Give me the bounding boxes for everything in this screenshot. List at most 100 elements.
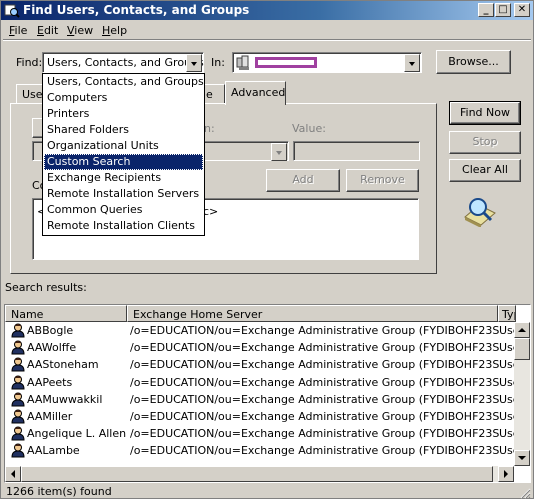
condition-combobox[interactable] (201, 141, 289, 161)
menu-view[interactable]: View (67, 24, 93, 37)
row-type: Use (499, 410, 515, 423)
table-row[interactable]: AAPeets/o=EDUCATION/ou=Exchange Administ… (5, 374, 515, 391)
table-row[interactable]: AAWolffe/o=EDUCATION/ou=Exchange Adminis… (5, 339, 515, 356)
tab-users[interactable]: Use (16, 84, 44, 104)
user-icon (11, 323, 25, 338)
resize-grip-icon[interactable] (519, 487, 531, 499)
close-button[interactable]: ✕ (514, 3, 530, 17)
find-label: Find: (16, 56, 43, 69)
clear-all-button[interactable]: Clear All (449, 159, 521, 182)
remove-button[interactable]: Remove (346, 169, 419, 192)
redacted-domain-name (255, 57, 317, 68)
table-row[interactable]: ABBogle/o=EDUCATION/ou=Exchange Administ… (5, 322, 515, 339)
value-label: Value: (292, 122, 326, 135)
value-input[interactable] (293, 141, 420, 161)
domain-icon (236, 55, 249, 70)
user-icon (11, 443, 25, 458)
row-name: AAMuwwakkil (27, 392, 103, 406)
option-remote-installation-clients[interactable]: Remote Installation Clients (43, 218, 204, 234)
find-type-dropdown-list: Users, Contacts, and Groups Computers Pr… (42, 73, 205, 236)
user-icon (11, 357, 25, 372)
condition-dropdown-arrow-icon[interactable] (271, 143, 287, 161)
option-common-queries[interactable]: Common Queries (43, 202, 204, 218)
row-type: Use (499, 444, 515, 458)
menu-edit[interactable]: Edit (37, 24, 58, 37)
row-name: AAPeets (27, 375, 73, 389)
user-icon (11, 392, 25, 407)
row-name: AAMiller (27, 410, 73, 423)
option-computers[interactable]: Computers (43, 90, 204, 106)
find-dropdown-arrow-icon[interactable] (186, 54, 202, 72)
menu-file[interactable]: File (9, 24, 27, 37)
table-row[interactable]: AAMuwwakkil/o=EDUCATION/ou=Exchange Admi… (5, 391, 515, 408)
search-results-list[interactable]: Name Exchange Home Server Typ ABBogle/o=… (4, 304, 531, 483)
row-name: AALambe (27, 444, 80, 458)
menu-bar: File Edit View Help (1, 21, 533, 39)
option-shared-folders[interactable]: Shared Folders (43, 122, 204, 138)
option-custom-search[interactable]: Custom Search (44, 154, 203, 170)
stop-button[interactable]: Stop (449, 131, 521, 154)
row-exchange-server: /o=EDUCATION/ou=Exchange Administrative … (130, 375, 500, 389)
row-exchange-server: /o=EDUCATION/ou=Exchange Administrative … (130, 341, 500, 355)
table-row[interactable]: AALambe/o=EDUCATION/ou=Exchange Administ… (5, 442, 515, 459)
find-dialog-window: Find Users, Contacts, and Groups _ □ ✕ F… (0, 0, 534, 499)
table-row[interactable]: AAStoneham/o=EDUCATION/ou=Exchange Admin… (5, 356, 515, 373)
menu-separator (3, 39, 531, 41)
status-item-count: 1266 item(s) found (6, 485, 112, 498)
row-exchange-server: /o=EDUCATION/ou=Exchange Administrative … (130, 358, 500, 372)
conditions-placeholder-right: c> (203, 205, 219, 218)
scroll-down-icon[interactable] (514, 450, 530, 466)
menu-help[interactable]: Help (102, 24, 127, 37)
scroll-up-icon[interactable] (514, 322, 530, 338)
row-exchange-server: /o=EDUCATION/ou=Exchange Administrative … (130, 410, 500, 423)
user-icon (11, 375, 25, 390)
column-header-exchange-home-server[interactable]: Exchange Home Server (127, 305, 498, 322)
vertical-scrollbar[interactable] (514, 322, 530, 466)
find-type-combobox[interactable]: Users, Contacts, and Groups (42, 52, 204, 73)
column-header-type[interactable]: Typ (498, 305, 516, 322)
option-remote-installation-servers[interactable]: Remote Installation Servers (43, 186, 204, 202)
row-exchange-server: /o=EDUCATION/ou=Exchange Administrative … (130, 427, 500, 441)
title-bar[interactable]: Find Users, Contacts, and Groups _ □ ✕ (1, 1, 533, 20)
search-magnifier-icon (464, 198, 496, 227)
maximize-button[interactable]: □ (495, 3, 511, 17)
search-results-label: Search results: (5, 281, 87, 294)
condition-label: n: (204, 122, 215, 135)
option-exchange-recipients[interactable]: Exchange Recipients (43, 170, 204, 186)
table-row[interactable]: Angelique L. Allen/o=EDUCATION/ou=Exchan… (5, 425, 515, 442)
window-title: Find Users, Contacts, and Groups (23, 3, 250, 17)
row-name: ABBogle (27, 324, 74, 337)
in-dropdown-arrow-icon[interactable] (404, 54, 420, 72)
minimize-button[interactable]: _ (478, 3, 494, 17)
row-type: Use (499, 358, 515, 372)
row-name: AAStoneham (27, 358, 99, 372)
row-name: Angelique L. Allen (27, 427, 127, 441)
row-type: Use (499, 427, 515, 441)
user-icon (11, 426, 25, 441)
browse-button[interactable]: Browse... (436, 50, 511, 74)
row-exchange-server: /o=EDUCATION/ou=Exchange Administrative … (130, 392, 500, 406)
in-label: In: (211, 56, 225, 69)
option-organizational-units[interactable]: Organizational Units (43, 138, 204, 154)
option-printers[interactable]: Printers (43, 106, 204, 122)
in-location-combobox[interactable] (232, 52, 422, 73)
scroll-left-icon[interactable] (5, 466, 21, 482)
row-type: Use (499, 375, 515, 389)
option-users-contacts-groups[interactable]: Users, Contacts, and Groups (43, 74, 204, 90)
row-exchange-server: /o=EDUCATION/ou=Exchange Administrative … (130, 324, 500, 337)
horizontal-scrollbar[interactable] (5, 466, 514, 482)
row-type: Use (499, 324, 515, 337)
tab-advanced[interactable]: Advanced (225, 81, 286, 105)
user-icon (11, 409, 25, 424)
table-row[interactable]: AAMiller/o=EDUCATION/ou=Exchange Adminis… (5, 408, 515, 425)
horizontal-scroll-thumb[interactable] (21, 466, 493, 482)
add-button[interactable]: Add (266, 169, 340, 192)
status-bar: 1266 item(s) found (3, 485, 531, 499)
find-app-icon (4, 4, 20, 18)
column-header-name[interactable]: Name (5, 305, 127, 322)
row-type: Use (499, 392, 515, 406)
find-now-button[interactable]: Find Now (449, 101, 521, 125)
vertical-scroll-thumb[interactable] (514, 338, 530, 360)
scroll-right-icon[interactable] (498, 466, 514, 482)
row-name: AAWolffe (27, 341, 77, 355)
